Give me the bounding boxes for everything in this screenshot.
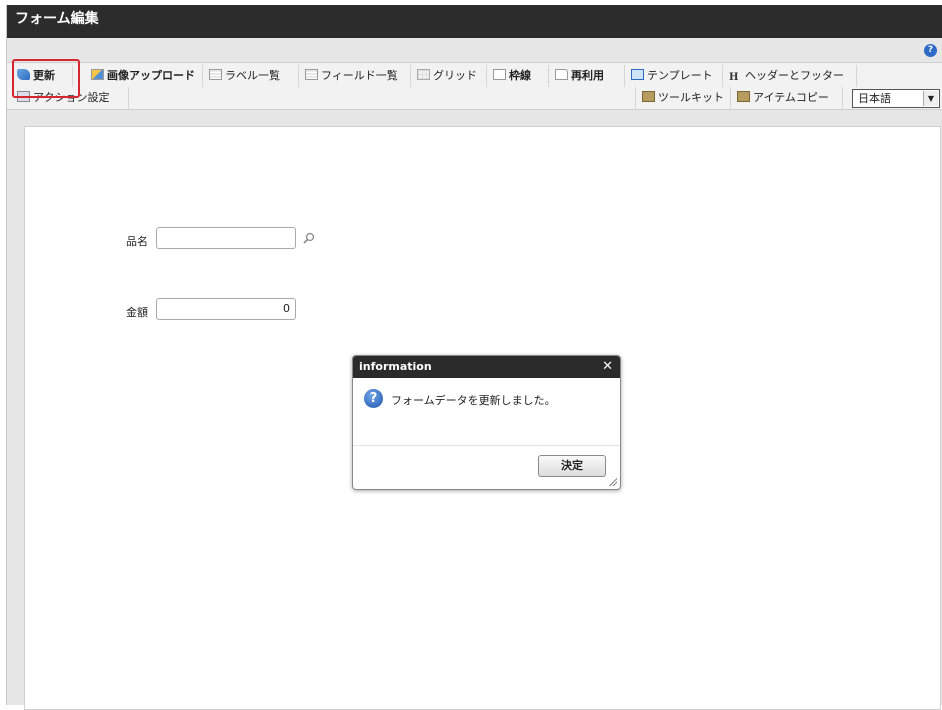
action-settings-icon [17, 91, 30, 102]
action-settings-button[interactable]: アクション設定 [11, 87, 129, 109]
help-row: ? [7, 38, 942, 62]
grid-button[interactable]: グリッド [411, 65, 487, 87]
window-title: フォーム編集 [7, 5, 942, 38]
template-icon [631, 69, 644, 80]
search-icon[interactable] [303, 232, 315, 244]
language-select[interactable]: 日本語 ▼ [852, 89, 940, 108]
form-editor-window: フォーム編集 ? 更新 画像アップロード ラベル一覧 フィールド一覧 グリッド … [6, 5, 942, 710]
header-footer-icon: H [729, 72, 739, 83]
dialog-divider [353, 445, 620, 446]
label-list-icon [209, 69, 222, 80]
grid-icon [417, 69, 430, 80]
amount-label: 金額 [126, 306, 148, 319]
label-list-button[interactable]: ラベル一覧 [203, 65, 299, 87]
reuse-icon [555, 69, 568, 80]
item-copy-button[interactable]: アイテムコピー [731, 87, 843, 109]
chevron-down-icon[interactable]: ▼ [923, 91, 938, 106]
close-icon[interactable]: ✕ [602, 356, 613, 378]
resize-grip-icon[interactable] [608, 477, 617, 486]
question-icon: ? [364, 389, 383, 408]
help-icon[interactable]: ? [924, 44, 937, 57]
item-name-input[interactable] [156, 227, 296, 249]
toolkit-icon [642, 91, 655, 102]
toolbar: 更新 画像アップロード ラベル一覧 フィールド一覧 グリッド 枠線 再利用 テン… [7, 62, 942, 110]
item-copy-icon [737, 91, 750, 102]
border-button[interactable]: 枠線 [487, 65, 549, 87]
information-dialog: information ✕ ? フォームデータを更新しました。 決定 [352, 355, 621, 490]
toolkit-button[interactable]: ツールキット [635, 87, 731, 109]
item-name-label: 品名 [126, 235, 148, 248]
field-list-icon [305, 69, 318, 80]
ok-button[interactable]: 決定 [538, 455, 606, 477]
dialog-header: information ✕ [353, 356, 620, 378]
border-icon [493, 69, 506, 80]
amount-input[interactable]: 0 [156, 298, 296, 320]
dialog-message: フォームデータを更新しました。 [391, 394, 556, 407]
image-upload-icon [91, 69, 104, 80]
field-list-button[interactable]: フィールド一覧 [299, 65, 411, 87]
dialog-title: information [359, 360, 432, 373]
update-button[interactable]: 更新 [11, 65, 73, 87]
header-footer-button[interactable]: H ヘッダーとフッター [723, 65, 857, 87]
update-icon [17, 69, 30, 80]
template-button[interactable]: テンプレート [625, 65, 723, 87]
reuse-button[interactable]: 再利用 [549, 65, 625, 87]
image-upload-button[interactable]: 画像アップロード [85, 65, 203, 87]
